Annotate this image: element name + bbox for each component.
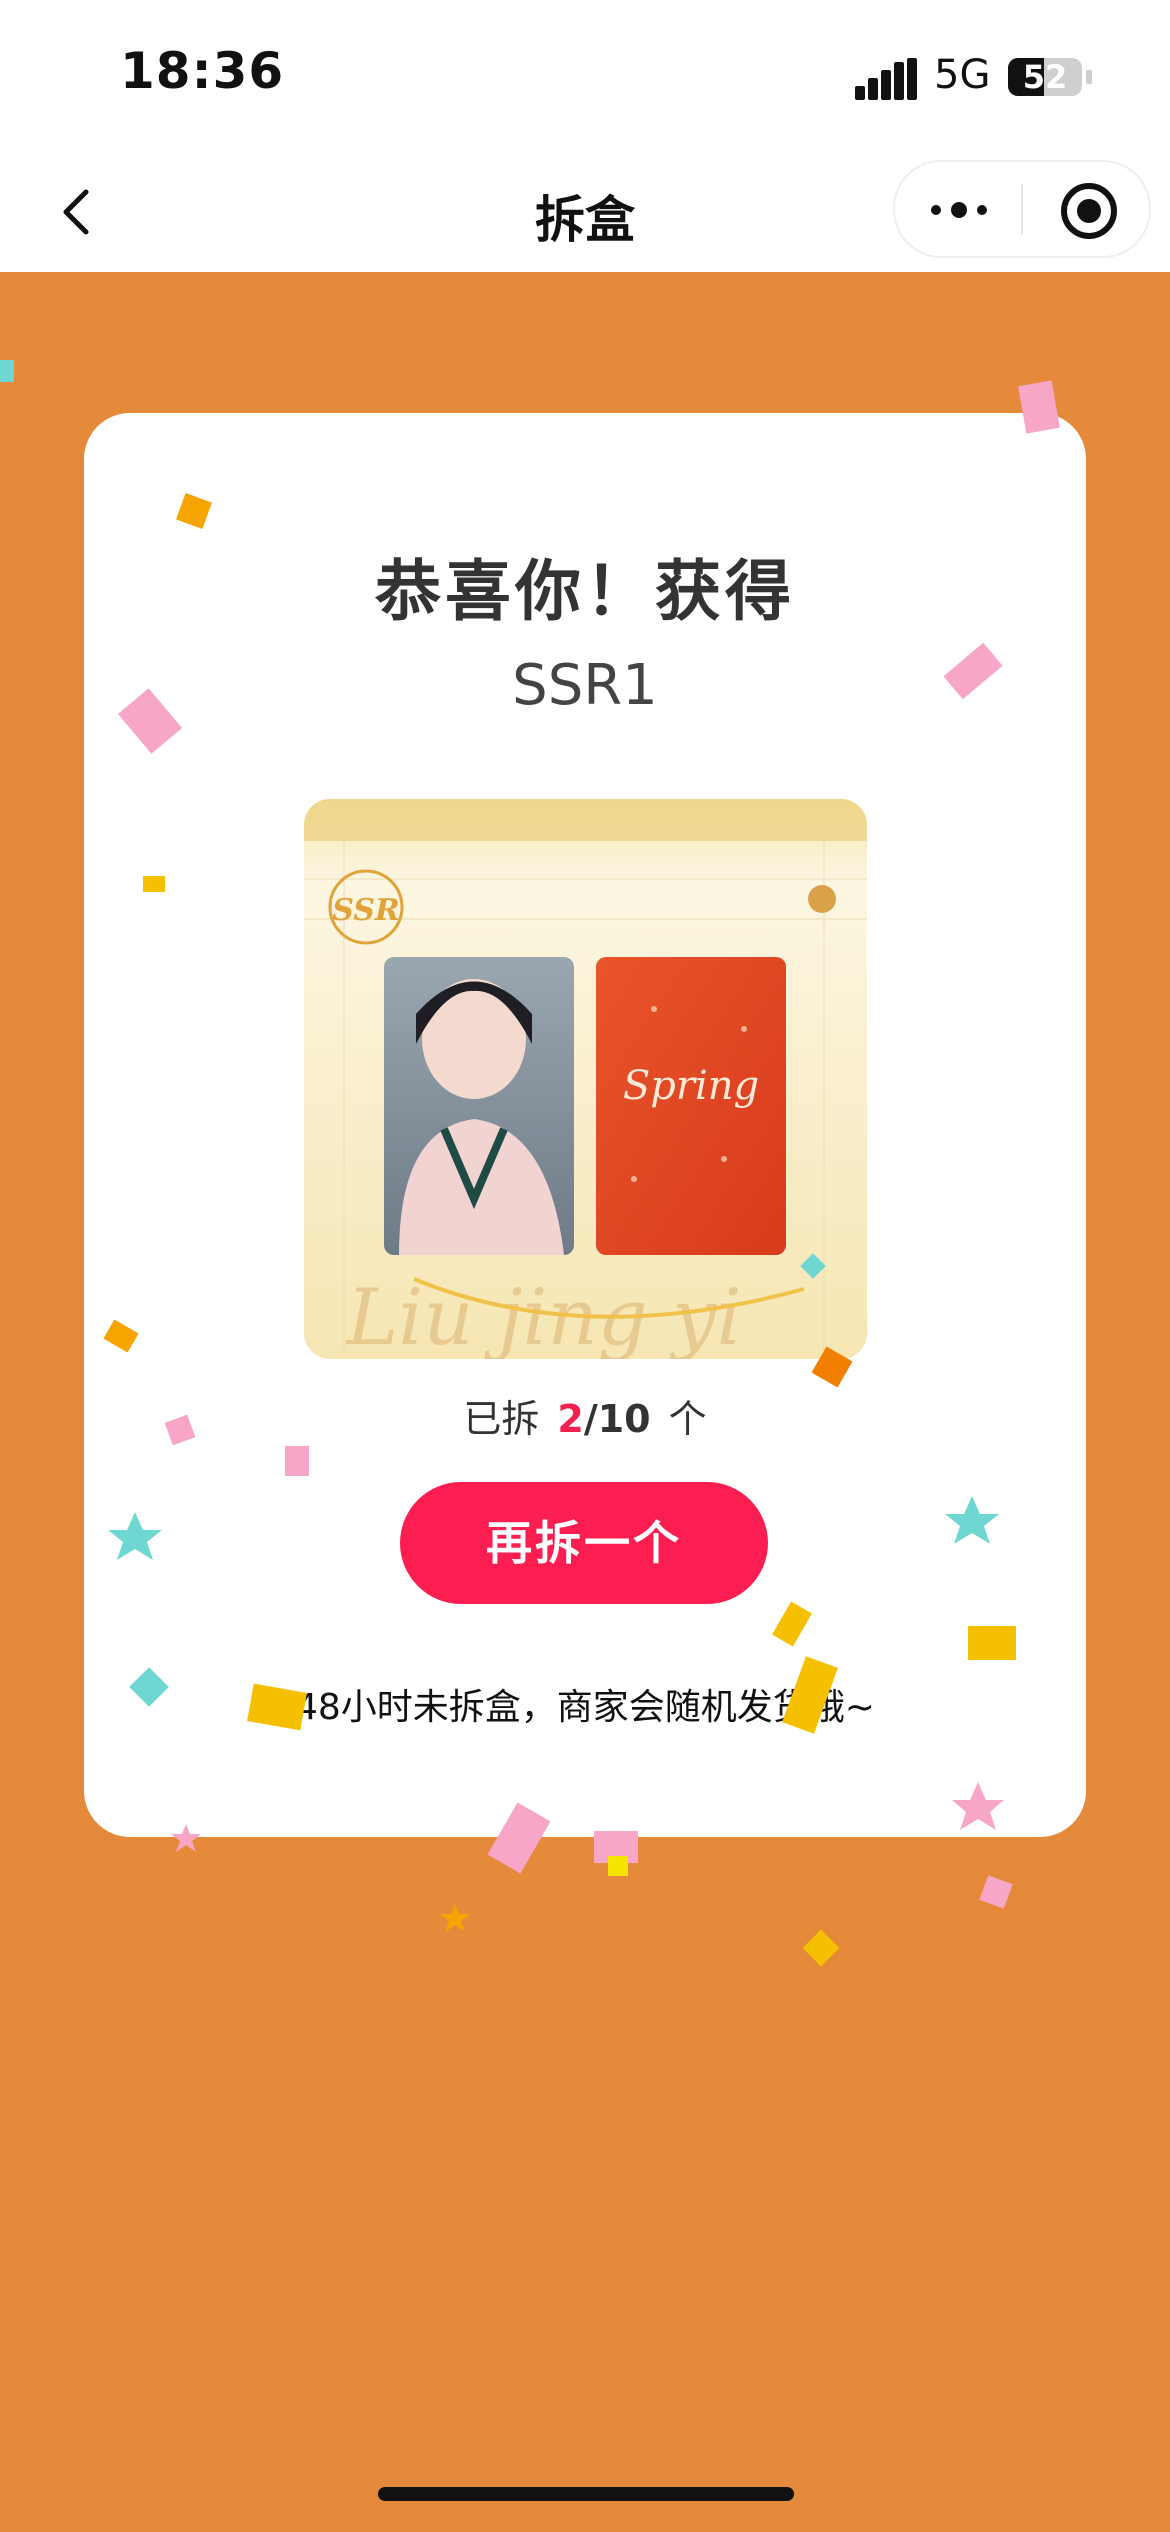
spring-card-text: Spring [623, 1063, 759, 1109]
progress-total: /10 [583, 1397, 651, 1441]
status-bar: 18:36 5G 52 [0, 0, 1170, 150]
progress-label: 已拆 [463, 1397, 540, 1441]
progress-unit: 个 [668, 1397, 707, 1441]
battery-cap [1086, 70, 1092, 84]
congrats-headline: 恭喜你！获得 [375, 553, 795, 630]
home-indicator[interactable] [378, 2487, 794, 2501]
prize-image: SSR Spring Liu jing yi [304, 799, 867, 1359]
ssr-badge-text: SSR [332, 893, 400, 928]
signal-icon [855, 58, 917, 100]
unbox-progress: 已拆 2/10 个 [84, 1388, 1086, 1443]
close-mini-program-button[interactable] [1023, 162, 1149, 256]
network-type: 5G [934, 52, 991, 98]
battery-icon: 52 [1008, 58, 1082, 96]
more-button[interactable] [895, 162, 1021, 256]
status-time: 18:36 [120, 42, 285, 100]
mini-program-capsule [893, 160, 1151, 258]
battery-level: 52 [1022, 58, 1068, 96]
unbox-again-button[interactable]: 再拆一个 [400, 1482, 768, 1604]
shipping-notice: 48小时未拆盒，商家会随机发货哦~ [295, 1687, 875, 1728]
result-card: 恭喜你！获得 SSR1 SSR Spring Liu jing yi 已拆 2/… [84, 413, 1086, 1837]
nav-bar: 拆盒 [0, 150, 1170, 272]
progress-current: 2 [557, 1397, 584, 1441]
script-text: Liu jing yi [345, 1273, 742, 1359]
prize-name: SSR1 [512, 653, 658, 718]
